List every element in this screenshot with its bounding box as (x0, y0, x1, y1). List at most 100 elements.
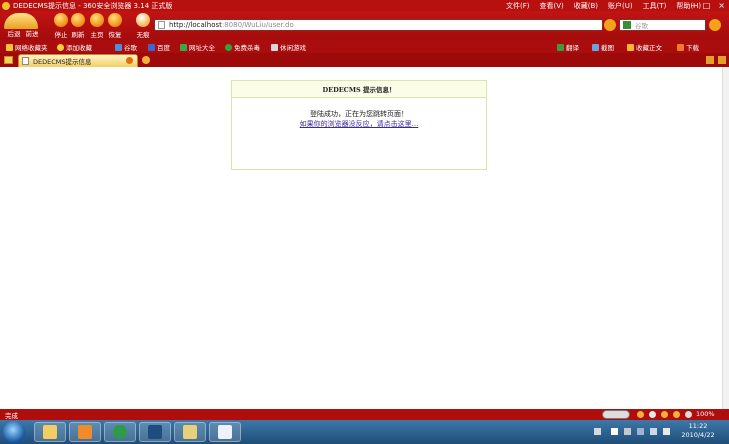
search-icon[interactable] (709, 19, 721, 31)
back-forward-fan-icon (4, 13, 38, 29)
page-icon (22, 57, 29, 65)
tab-list-icon[interactable] (4, 56, 13, 64)
refresh-icon (71, 13, 85, 27)
redirect-link[interactable]: 如果你的浏览器没反应，请点击这里... (232, 119, 486, 129)
vertical-scrollbar[interactable] (722, 67, 729, 409)
taskbar-media[interactable] (69, 422, 101, 442)
menu-account[interactable]: 账户(U) (608, 1, 633, 11)
antivirus-icon (225, 43, 232, 51)
fav-antivirus[interactable]: 免费杀毒 (225, 42, 260, 52)
tool-translate-label: 翻译 (566, 44, 579, 52)
taskbar: 11:22 2010/4/22 (0, 420, 729, 444)
document-icon (218, 425, 232, 439)
go-icon[interactable] (604, 19, 616, 31)
baidu-icon (148, 43, 155, 51)
gamepad-icon (271, 43, 278, 51)
status-smile-icon[interactable] (637, 411, 644, 418)
tab-title: DEDECMS提示信息 (33, 58, 92, 66)
download-icon (677, 43, 684, 51)
address-input[interactable]: http://localhost:8080/WuLiu/user.do (169, 21, 294, 29)
menu-view[interactable]: 查看(V) (540, 1, 564, 11)
taskbar-browser[interactable] (104, 422, 136, 442)
tool-download-label: 下载 (686, 44, 699, 52)
fav-network[interactable]: 网络收藏夹 (6, 42, 48, 52)
magnifier-icon (183, 425, 197, 439)
address-bar[interactable]: http://localhost:8080/WuLiu/user.do (154, 19, 603, 31)
status-text: 完成 (5, 411, 18, 420)
fav-antivirus-label: 免费杀毒 (234, 44, 260, 52)
maximize-button[interactable]: □ (703, 1, 711, 10)
stop-icon (54, 13, 68, 27)
status-music-icon[interactable] (673, 411, 680, 418)
status-note-icon[interactable] (661, 411, 668, 418)
home-label: 主页 (90, 31, 104, 39)
menu-favorites[interactable]: 收藏(B) (574, 1, 598, 11)
restore-button[interactable]: 恢复 (104, 13, 126, 40)
notrace-button[interactable]: 无痕 (132, 13, 154, 40)
new-tab-icon[interactable] (142, 56, 150, 64)
flag-icon[interactable] (611, 428, 618, 435)
google-icon (623, 21, 631, 29)
window-titlebar: DEDECMS提示信息 - 360安全浏览器 3.14 正式版 文件(F) 查看… (0, 0, 729, 11)
status-page-icon[interactable] (649, 411, 656, 418)
fav-baidu[interactable]: 百度 (148, 42, 170, 52)
display-icon[interactable] (650, 428, 657, 435)
fav-add[interactable]: 添加收藏 (57, 42, 92, 52)
volume-icon[interactable] (663, 428, 670, 435)
status-bar: 完成 100% (0, 409, 729, 420)
media-player-icon (78, 425, 92, 439)
tab-menu-icon[interactable] (706, 56, 714, 64)
taskbar-app-s[interactable] (139, 422, 171, 442)
folder-icon (43, 425, 57, 439)
fav-hao[interactable]: 网址大全 (180, 42, 215, 52)
system-clock[interactable]: 11:22 2010/4/22 (676, 422, 720, 440)
fav-baidu-label: 百度 (157, 44, 170, 52)
start-button[interactable] (3, 421, 25, 443)
main-toolbar: 后退 前进 停止 刷新 主页 恢复 无痕 http://localhost:80… (0, 11, 729, 40)
fav-hao-label: 网址大全 (189, 44, 215, 52)
fav-games-label: 休闲游戏 (280, 44, 306, 52)
paw-icon (136, 13, 150, 27)
tab-close-icon[interactable] (126, 57, 133, 64)
refresh-label: 刷新 (71, 31, 85, 39)
translate-icon (557, 43, 564, 51)
tab-dedecms[interactable]: DEDECMS提示信息 (18, 54, 138, 67)
tool-save-text[interactable]: 收藏正文 (627, 42, 662, 52)
tab-options-icon[interactable] (718, 56, 726, 64)
browser-icon (113, 425, 127, 439)
message-box: DEDECMS 提示信息！ 登陆成功，正在为您跳转页面！ 如果你的浏览器没反应，… (231, 80, 487, 170)
taskbar-search[interactable] (174, 422, 206, 442)
google-icon (115, 43, 122, 51)
taskbar-document[interactable] (209, 422, 241, 442)
mode-toggle[interactable] (602, 410, 630, 419)
taskbar-explorer[interactable] (34, 422, 66, 442)
search-box[interactable]: 谷歌 (619, 19, 706, 31)
fav-network-label: 网络收藏夹 (15, 44, 48, 52)
menu-tools[interactable]: 工具(T) (643, 1, 667, 11)
fav-games[interactable]: 休闲游戏 (271, 42, 306, 52)
tool-translate[interactable]: 翻译 (557, 42, 579, 52)
tool-save-text-label: 收藏正文 (636, 44, 662, 52)
restore-label: 恢复 (108, 31, 122, 39)
network-icon[interactable] (637, 428, 644, 435)
zoom-level[interactable]: 100% (696, 410, 715, 418)
close-button[interactable]: × (718, 1, 725, 10)
restore-icon (108, 13, 122, 27)
fav-google[interactable]: 谷歌 (115, 42, 137, 52)
menu-file[interactable]: 文件(F) (506, 1, 530, 11)
tool-download[interactable]: 下载 (677, 42, 699, 52)
clock-date: 2010/4/22 (681, 431, 715, 439)
zoom-icon (685, 411, 692, 418)
keyboard-icon[interactable] (594, 428, 601, 435)
message-header: DEDECMS 提示信息！ (232, 81, 486, 98)
forward-button[interactable]: 前进 (21, 28, 43, 40)
app-s-icon (148, 425, 162, 439)
url-path: :8080/WuLiu/user.do (221, 21, 294, 29)
tool-screenshot[interactable]: 截图 (592, 42, 614, 52)
menu-bar: 文件(F) 查看(V) 收藏(B) 账户(U) 工具(T) 帮助(H) (506, 1, 701, 11)
minimize-button[interactable]: – (691, 1, 695, 10)
back-label: 后退 (7, 30, 21, 38)
user-icon (6, 43, 13, 51)
tray-arrows-icon[interactable] (624, 428, 631, 435)
search-placeholder: 谷歌 (635, 22, 648, 30)
